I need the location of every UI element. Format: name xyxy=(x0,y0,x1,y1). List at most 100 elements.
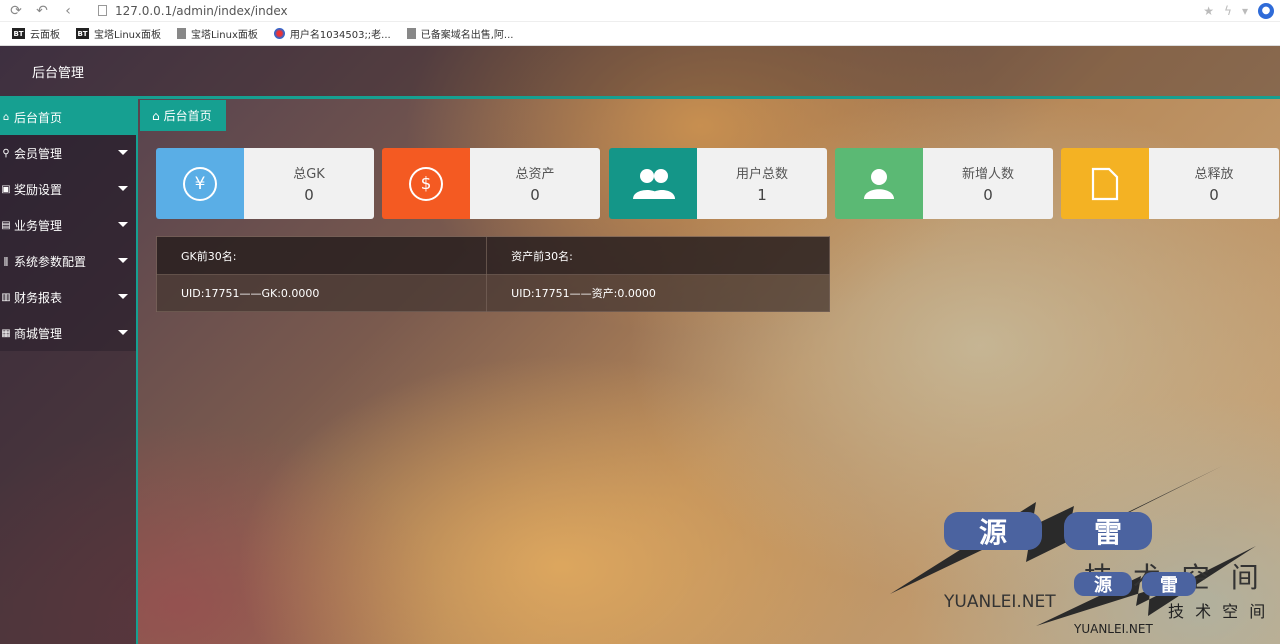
sidebar-item-label: 奖励设置 xyxy=(14,182,63,197)
home-icon: ⌂ xyxy=(2,111,10,123)
stat-card-total-gk: ¥ 总GK 0 xyxy=(156,148,374,219)
stat-value: 0 xyxy=(983,186,993,204)
bookmark-label: 云面板 xyxy=(30,30,60,41)
stat-card-total-assets: $ 总资产 0 xyxy=(382,148,600,219)
watermark-char: 雷 xyxy=(1142,572,1196,596)
baidu-icon[interactable]: ● xyxy=(1258,2,1274,19)
admin-app: 后台管理 ⌂ 后台首页 ⚲ 会员管理 ▣ 奖励设置 ▤ 业务管理 ǁ 系统参数配… xyxy=(0,46,1280,644)
sidebar-item-label: 商城管理 xyxy=(14,326,63,341)
home-icon: ⌂ xyxy=(152,108,160,123)
flash-icon[interactable]: ϟ xyxy=(1224,4,1232,18)
sidebar-item-business[interactable]: ▤ 业务管理 xyxy=(0,207,136,243)
watermark-domain: YUANLEI.NET xyxy=(944,592,1056,612)
table-cell: UID:17751——GK:0.0000 xyxy=(155,274,488,312)
users-icon: ⚲ xyxy=(2,147,10,159)
watermark-char: 源 xyxy=(944,512,1042,550)
bookmark-label: 宝塔Linux面板 xyxy=(94,30,161,41)
bookmark-label: 宝塔Linux面板 xyxy=(190,30,258,41)
chart-icon: ▥ xyxy=(1,291,11,303)
bookmark-item[interactable]: 宝塔Linux面板 xyxy=(176,26,258,41)
watermark-char: 源 xyxy=(1074,572,1132,596)
browser-actions: ★ ϟ ▾ ● xyxy=(1203,2,1274,19)
watermark-logo: 源 雷 技 术 空 间 YUANLEI.NET 源 雷 技 术 空 间 YUAN… xyxy=(886,466,1280,644)
chevron-down-icon xyxy=(118,186,128,191)
table-row: UID:17751——GK:0.0000 UID:17751——资产:0.000… xyxy=(155,274,830,312)
stat-info: 总资产 0 xyxy=(470,148,600,219)
watermark-subtitle: 技 术 空 间 xyxy=(1168,602,1269,621)
sidebar-item-home[interactable]: ⌂ 后台首页 xyxy=(0,99,136,135)
stat-label: 新增人数 xyxy=(961,167,1014,182)
bt-icon: BT xyxy=(76,28,89,39)
bookmark-item[interactable]: BT 宝塔Linux面板 xyxy=(76,26,161,41)
tab-label: 后台首页 xyxy=(163,109,212,123)
back-icon[interactable]: ‹ xyxy=(58,1,78,21)
sidebar: ⌂ 后台首页 ⚲ 会员管理 ▣ 奖励设置 ▤ 业务管理 ǁ 系统参数配置 ▥ 财… xyxy=(0,99,138,644)
dropdown-icon[interactable]: ▾ xyxy=(1242,4,1248,18)
table-header: 资产前30名: xyxy=(486,236,830,275)
page-icon xyxy=(98,5,107,16)
table-header: GK前30名: xyxy=(155,236,488,275)
sidebar-item-label: 会员管理 xyxy=(14,146,63,161)
sidebar-item-label: 业务管理 xyxy=(14,218,63,233)
table-header-row: GK前30名: 资产前30名: xyxy=(155,236,830,275)
bookmark-item[interactable]: 用户名1034503;;老... xyxy=(273,26,391,41)
bookmark-label: 已备案域名出售,阿... xyxy=(420,30,514,41)
app-title: 后台管理 xyxy=(32,66,85,81)
bookmark-item[interactable]: 已备案域名出售,阿... xyxy=(406,26,514,41)
gift-icon: ▣ xyxy=(1,183,11,195)
reload-icon[interactable]: ⟳ xyxy=(6,1,26,21)
stat-card-total-release: 总释放 0 xyxy=(1061,148,1279,219)
page-icon xyxy=(406,28,416,39)
table-cell: UID:17751——资产:0.0000 xyxy=(486,274,830,312)
sidebar-item-label: 系统参数配置 xyxy=(14,254,87,269)
yen-icon: ¥ xyxy=(183,166,217,201)
sidebar-item-label: 后台首页 xyxy=(14,110,63,125)
chevron-down-icon xyxy=(118,150,128,155)
users-icon xyxy=(633,168,675,199)
sidebar-item-members[interactable]: ⚲ 会员管理 xyxy=(0,135,136,171)
dollar-icon: $ xyxy=(409,166,443,201)
watermark-domain: YUANLEI.NET xyxy=(1074,622,1153,636)
stat-icon-box xyxy=(1061,148,1149,219)
stat-label: 用户总数 xyxy=(735,167,788,182)
top-header: 后台管理 xyxy=(0,46,1280,96)
ranking-table: GK前30名: 资产前30名: UID:17751——GK:0.0000 UID… xyxy=(155,236,830,312)
bt-icon: BT xyxy=(12,28,25,39)
sidebar-item-system-config[interactable]: ǁ 系统参数配置 xyxy=(0,243,136,279)
chevron-down-icon xyxy=(118,330,128,335)
stat-card-total-users: 用户总数 1 xyxy=(609,148,827,219)
star-icon[interactable]: ★ xyxy=(1203,4,1214,18)
stat-icon-box xyxy=(835,148,923,219)
url-text[interactable]: 127.0.0.1/admin/index/index xyxy=(115,4,288,18)
settings-icon: ǁ xyxy=(3,255,9,267)
stat-value: 0 xyxy=(1209,186,1219,204)
shield-icon xyxy=(273,28,285,39)
stat-card-new-users: 新增人数 0 xyxy=(835,148,1053,219)
file-icon xyxy=(1091,167,1119,200)
browser-toolbar: ⟳ ↶ ‹ 127.0.0.1/admin/index/index ★ ϟ ▾ … xyxy=(0,0,1280,22)
stat-label: 总释放 xyxy=(1194,167,1234,182)
undo-icon[interactable]: ↶ xyxy=(32,1,52,21)
watermark-char: 雷 xyxy=(1064,512,1152,550)
stat-info: 新增人数 0 xyxy=(923,148,1053,219)
page-icon xyxy=(176,28,186,39)
bookmark-item[interactable]: BT 云面板 xyxy=(12,26,60,41)
stat-info: 总释放 0 xyxy=(1149,148,1279,219)
user-icon xyxy=(864,168,894,199)
address-bar[interactable]: 127.0.0.1/admin/index/index xyxy=(98,2,1203,20)
chevron-down-icon xyxy=(118,222,128,227)
stat-label: 总GK xyxy=(293,167,325,182)
sidebar-item-finance[interactable]: ▥ 财务报表 xyxy=(0,279,136,315)
sidebar-item-shop[interactable]: ▦ 商城管理 xyxy=(0,315,136,351)
tab-home[interactable]: ⌂ 后台首页 xyxy=(140,100,226,131)
stat-value: 1 xyxy=(757,186,767,204)
shop-icon: ▦ xyxy=(1,327,11,339)
stat-icon-box: $ xyxy=(382,148,470,219)
stat-icon-box: ¥ xyxy=(156,148,244,219)
stat-value: 0 xyxy=(304,186,314,204)
sidebar-item-rewards[interactable]: ▣ 奖励设置 xyxy=(0,171,136,207)
bookmarks-bar: BT 云面板 BT 宝塔Linux面板 宝塔Linux面板 用户名1034503… xyxy=(0,22,1280,46)
sidebar-item-label: 财务报表 xyxy=(14,290,63,305)
stat-info: 用户总数 1 xyxy=(697,148,827,219)
stat-icon-box xyxy=(609,148,697,219)
